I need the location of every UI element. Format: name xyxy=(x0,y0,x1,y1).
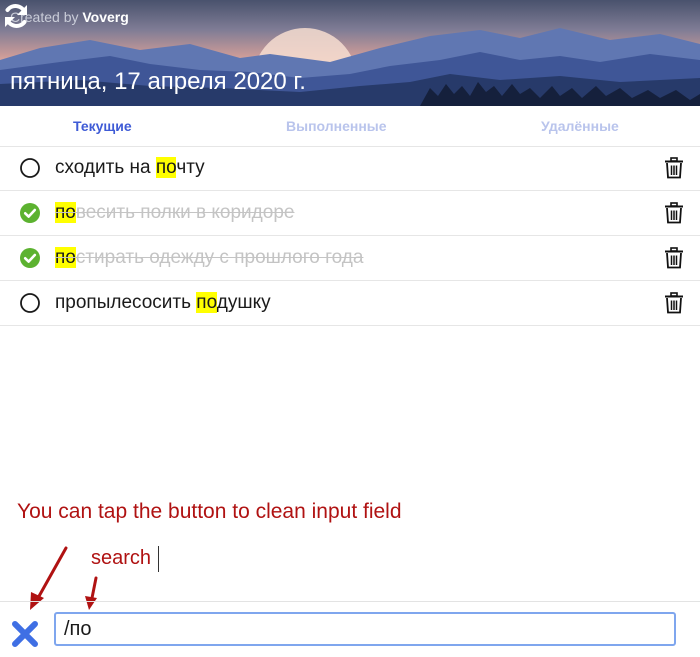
tab-completed[interactable]: Выполненные xyxy=(286,118,387,134)
search-input[interactable] xyxy=(54,612,676,646)
task-text-after: весить полки в коридоре xyxy=(75,202,295,223)
arrow-to-input xyxy=(90,576,98,600)
unchecked-circle-icon[interactable] xyxy=(20,293,40,313)
task-text: постирать одежду с прошлого года xyxy=(55,247,363,269)
task-text-after: стирать одежду с прошлого года xyxy=(75,247,364,268)
task-text-before: сходить на xyxy=(55,157,156,178)
arrow-to-clear-button xyxy=(36,546,68,600)
task-row: сходить на почту xyxy=(0,146,700,191)
annotation-note: You can tap the button to clean input fi… xyxy=(17,500,402,523)
trash-icon[interactable] xyxy=(664,202,684,224)
trash-icon[interactable] xyxy=(664,157,684,179)
trash-icon[interactable] xyxy=(664,292,684,314)
search-match-highlight: по xyxy=(155,157,177,178)
checked-circle-icon[interactable] xyxy=(20,203,40,223)
tab-current[interactable]: Текущие xyxy=(73,118,132,134)
refresh-icon[interactable] xyxy=(0,0,32,32)
task-list: сходить на почту повесить полки в коридо… xyxy=(0,146,700,326)
checked-circle-icon[interactable] xyxy=(20,248,40,268)
close-icon[interactable] xyxy=(12,621,38,647)
task-text-after: душку xyxy=(216,292,271,313)
task-row: повесить полки в коридоре xyxy=(0,191,700,236)
task-text-before: пропылесосить xyxy=(55,292,197,313)
trash-icon[interactable] xyxy=(664,247,684,269)
text-caret xyxy=(158,546,159,572)
unchecked-circle-icon[interactable] xyxy=(20,158,40,178)
task-text-after: чту xyxy=(176,157,205,178)
task-text: сходить на почту xyxy=(55,157,205,179)
credit-author: Voverg xyxy=(82,9,129,25)
current-date: пятница, 17 апреля 2020 г. xyxy=(10,68,306,95)
task-row: пропылесосить подушку xyxy=(0,281,700,326)
search-bar xyxy=(0,601,700,657)
search-match-highlight: по xyxy=(55,247,76,268)
task-text: пропылесосить подушку xyxy=(55,292,271,314)
task-text: повесить полки в коридоре xyxy=(55,202,294,224)
tab-bar: Текущие Выполненные Удалённые xyxy=(0,106,700,147)
tab-deleted[interactable]: Удалённые xyxy=(541,118,619,134)
search-match-highlight: по xyxy=(196,292,217,313)
app-header: Created by Voverg пятница, 17 апреля 202… xyxy=(0,0,700,106)
task-row: постирать одежду с прошлого года xyxy=(0,236,700,281)
search-match-highlight: по xyxy=(55,202,76,223)
